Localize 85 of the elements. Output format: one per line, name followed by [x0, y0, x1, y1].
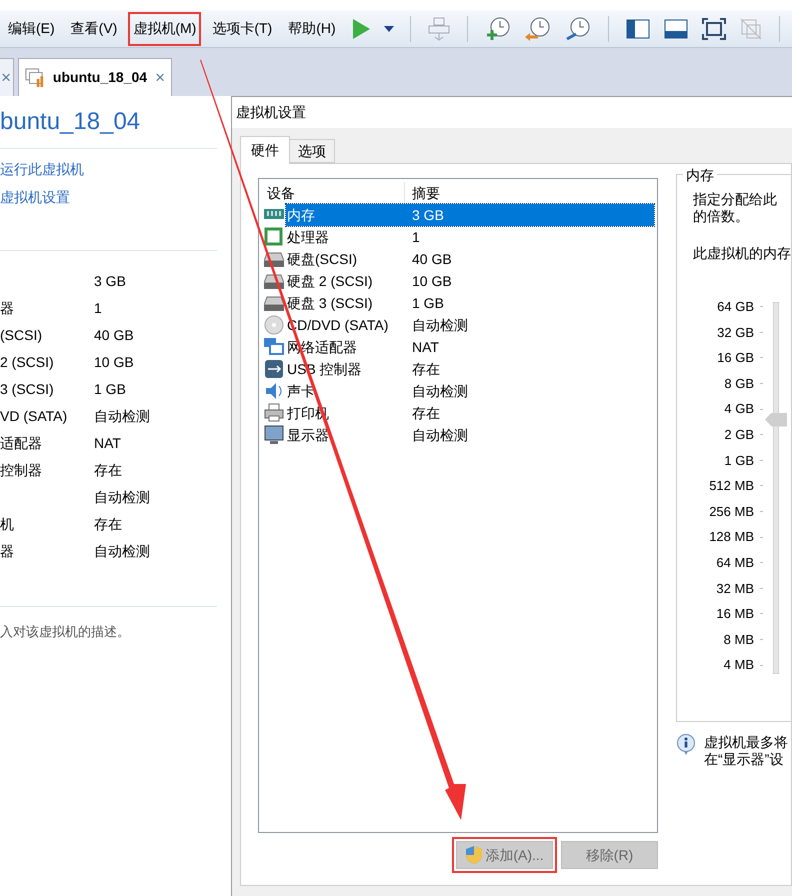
device-value: NAT	[94, 434, 121, 453]
device-value: 1	[94, 299, 102, 318]
scale-label: 256 MB	[709, 502, 754, 521]
menu-item[interactable]: 选项卡(T)	[209, 14, 276, 44]
document-tab[interactable]: ×	[0, 58, 14, 96]
clock-revert-icon	[524, 16, 551, 42]
settings-tab[interactable]: 选项	[290, 139, 335, 163]
scale-label: 4 MB	[724, 656, 754, 674]
description-text: 入对该虚拟机的描述。	[0, 623, 130, 641]
description-text: 指定分配给此	[693, 191, 777, 208]
device-name: 控制器	[0, 462, 42, 478]
device-row[interactable]: 显示器 自动检测	[286, 424, 654, 446]
action-link[interactable]: 运行此虚拟机	[0, 159, 84, 180]
device-name: 器	[0, 300, 14, 316]
scale-label: 4 GB	[724, 400, 754, 418]
network-icon	[428, 16, 450, 40]
device-value: 10 GB	[94, 353, 134, 372]
device-name: 3 (SCSI)	[0, 381, 54, 397]
clock-wrench-icon	[564, 16, 591, 42]
scale-label: 8 MB	[724, 630, 754, 649]
clock-add-icon	[484, 16, 511, 42]
scale-label: 32 GB	[717, 324, 754, 342]
chip-icon	[264, 227, 284, 247]
document-tab[interactable]: ubuntu_18_04 ×	[18, 58, 172, 96]
fullscreen-icon	[702, 18, 726, 40]
slider-thumb[interactable]	[765, 412, 787, 427]
play-icon	[350, 18, 371, 40]
scale-label: 1 GB	[724, 452, 754, 470]
device-name: 器	[0, 543, 14, 559]
menu-item[interactable]: 查看(V)	[68, 14, 120, 44]
device-row[interactable]: 处理器 1	[286, 226, 654, 248]
device-name: 2 (SCSI)	[0, 354, 54, 370]
thumbnail-view-icon	[664, 18, 688, 38]
note-text: 虚拟机最多将	[704, 734, 788, 751]
note-text: 在“显示器”设	[704, 751, 784, 768]
device-value: 1 GB	[94, 380, 126, 399]
device-name: VD (SATA)	[0, 408, 68, 424]
scale-label: 64 GB	[717, 298, 754, 316]
scale-label: 8 GB	[724, 374, 754, 393]
device-name: (SCSI)	[0, 327, 42, 343]
scale-label: 64 MB	[716, 554, 754, 572]
monitors-icon	[264, 337, 284, 357]
scale-label: 2 GB	[724, 426, 754, 444]
device-value: 存在	[94, 515, 122, 534]
scale-label: 16 GB	[717, 349, 754, 368]
device-value: 存在	[94, 461, 122, 480]
device-name: 机	[0, 516, 14, 532]
prompt-text: 此虚拟机的内存	[693, 244, 791, 263]
device-row[interactable]: 硬盘(SCSI) 40 GB	[286, 248, 654, 270]
device-value: 自动检测	[94, 407, 150, 426]
menu-item[interactable]: 虚拟机(M)	[130, 14, 200, 44]
scale-label: 128 MB	[709, 528, 754, 546]
speaker-icon	[264, 381, 284, 401]
vm-icon	[25, 66, 45, 88]
device-row[interactable]: 硬盘 3 (SCSI) 1 GB	[286, 292, 654, 314]
vm-title: buntu_18_04	[0, 96, 217, 149]
dialog-button[interactable]: 移除(R)	[561, 841, 658, 869]
scale-label: 512 MB	[709, 477, 754, 496]
info-icon	[676, 734, 696, 756]
close-icon[interactable]: ×	[1, 64, 11, 90]
monitor-icon	[264, 425, 284, 445]
dialog-title: 虚拟机设置	[232, 96, 792, 128]
settings-tab[interactable]: 硬件	[240, 136, 290, 164]
action-link[interactable]: 虚拟机设置	[0, 187, 70, 208]
column-header[interactable]: 摘要	[405, 182, 440, 204]
scale-label: 16 MB	[716, 605, 754, 624]
device-value: 40 GB	[94, 326, 134, 345]
caret-icon	[384, 26, 394, 32]
device-value: 3 GB	[94, 272, 126, 291]
printer-icon	[264, 403, 284, 423]
description-text: 的倍数。	[693, 208, 749, 225]
menu-item[interactable]: 帮助(H)	[285, 14, 339, 44]
device-value: 自动检测	[94, 488, 150, 507]
menu-item[interactable]: 编辑(E)	[5, 14, 58, 44]
device-value: 自动检测	[94, 542, 150, 561]
unity-view-icon	[740, 18, 762, 40]
sidebar-view-icon	[626, 18, 650, 38]
close-icon[interactable]: ×	[155, 64, 165, 90]
usb-icon	[264, 359, 284, 379]
disc-icon	[264, 315, 284, 335]
device-name: 适配器	[0, 435, 42, 451]
device-row[interactable]: 硬盘 2 (SCSI) 10 GB	[286, 270, 654, 292]
tab-label: ubuntu_18_04	[52, 68, 148, 87]
scale-label: 32 MB	[716, 580, 754, 598]
device-row[interactable]: 内存 3 GB	[286, 204, 654, 226]
